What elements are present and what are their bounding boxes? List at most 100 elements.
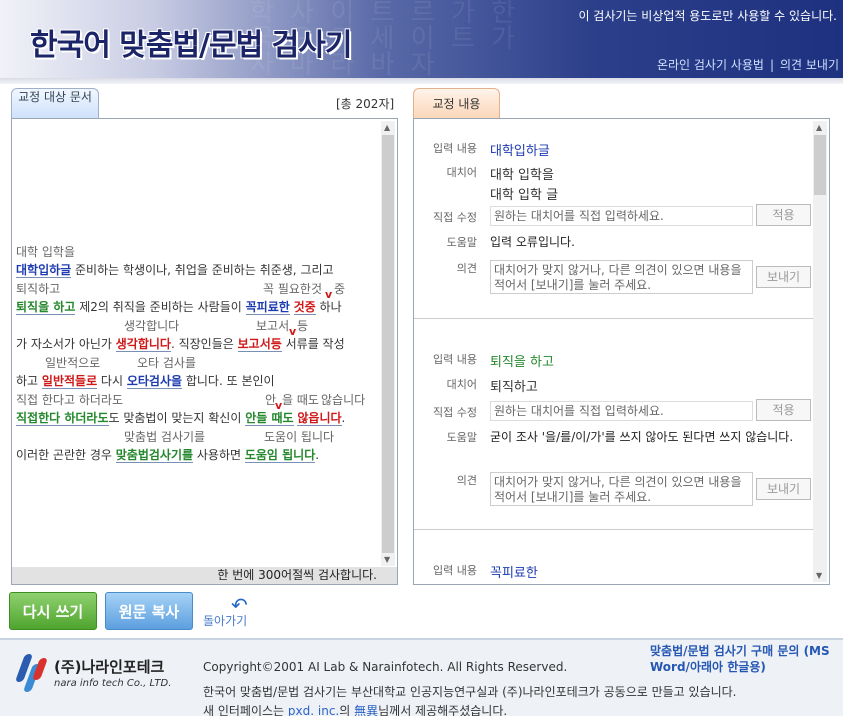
error-word[interactable]: 맞춤법검사기를 — [115, 448, 194, 463]
plain-text: . 직장인들은 — [170, 337, 238, 351]
designer-link[interactable]: 無異 — [354, 704, 378, 716]
send-button[interactable]: 보내기 — [756, 266, 811, 288]
usage-guide-link[interactable]: 온라인 검사기 사용법 — [657, 58, 764, 72]
back-label[interactable]: 돌아가기 — [203, 612, 247, 629]
scroll-up-icon[interactable]: ▲ — [384, 123, 390, 132]
error-word[interactable]: 퇴직을 하고 — [16, 300, 76, 315]
input-label: 입력 내용 — [433, 353, 477, 366]
suggestion-text: 생각합니다 — [124, 319, 180, 333]
direct-edit-input[interactable]: 원하는 대치어를 직접 입력하세요. — [490, 401, 753, 421]
error-word[interactable]: 오타검사을 — [126, 374, 183, 389]
nara-logo-icon: (주)나라인포테크 nara info tech Co., LTD. — [14, 652, 186, 702]
logo-english: nara info tech Co., LTD. — [54, 678, 172, 689]
document-line: 직접 한다고 하더라도 안 을 때도 않습니다 v 직접한다 하더라도도 맞춤법이 맞는지… — [16, 391, 381, 428]
input-value: 꼭피료한 — [490, 566, 538, 581]
error-word[interactable]: 직접한다 하더라도 — [16, 411, 109, 426]
replace-label: 대치어 — [446, 378, 477, 391]
credit-text: 한국어 맞춤법/문법 검사기는 부산대학교 인공지능연구실과 (주)나라인포테크… — [203, 685, 737, 699]
feedback-link[interactable]: 의견 보내기 — [780, 58, 839, 72]
purchase-inquiry-link[interactable]: 맞춤법/문법 검사기 구매 문의 (MS Word/아래아 한글용) — [650, 643, 830, 675]
plain-text: 가 자소서가 아닌가 — [16, 337, 116, 351]
scroll-up-icon[interactable]: ▲ — [816, 123, 822, 132]
error-word[interactable]: 보고서등 — [237, 337, 282, 352]
credit-post: 님께서 제공해주셨습니다. — [378, 704, 508, 716]
interface-credit: 새 인터페이스는 pxd. inc.의 無異님께서 제공해주셨습니다. — [203, 702, 507, 716]
help-label: 도움말 — [446, 431, 477, 444]
help-text: 굳이 조사 '을/를/이/가'를 쓰지 않아도 된다면 쓰지 않습니다. — [490, 430, 794, 444]
tab-correction[interactable]: 교정 내용 — [413, 88, 500, 118]
scroll-down-icon[interactable]: ▼ — [384, 555, 390, 564]
suggestion-text: 보고서 — [256, 319, 290, 333]
direct-edit-label: 직접 수정 — [433, 211, 477, 224]
send-button[interactable]: 보내기 — [756, 478, 811, 500]
plain-text: 도 맞춤법이 맞는지 확신이 — [108, 411, 246, 425]
replace-label: 대치어 — [446, 166, 477, 179]
suggestion-text: 일반적으로 — [45, 356, 101, 370]
card-divider — [414, 529, 814, 530]
opinion-label: 의견 — [456, 474, 477, 487]
replacement-option[interactable]: 대학 입학 글 — [490, 184, 558, 203]
plain-text: 합니다. 또 본인이 — [182, 374, 275, 388]
pxd-link[interactable]: pxd. inc. — [288, 704, 339, 716]
line-text: 대학입하글 준비하는 학생이나, 취업을 준비하는 취준생, 그리고 — [16, 261, 334, 278]
opinion-label: 의견 — [456, 262, 477, 275]
suggestion-text: 도움이 됩니다 — [264, 430, 335, 444]
link-separator: | — [769, 58, 774, 72]
rewrite-button[interactable]: 다시 쓰기 — [9, 592, 97, 630]
direct-edit-input[interactable]: 원하는 대치어를 직접 입력하세요. — [490, 206, 753, 226]
plain-text: 준비하는 학생이나, 취업을 준비하는 취준생, 그리고 — [71, 263, 334, 277]
apply-button[interactable]: 적용 — [756, 204, 811, 226]
word-limit-note: 한 번에 300어절씩 검사합니다. — [12, 567, 397, 584]
document-line: 맞춤법 검사기를 도움이 됩니다 이러한 곤란한 경우 맞춤법검사기를 사용하면 도… — [16, 428, 381, 465]
logo-mark — [14, 654, 49, 694]
tab-target-document[interactable]: 교정 대상 문서 — [11, 88, 99, 118]
header-links: 온라인 검사기 사용법 | 의견 보내기 — [657, 56, 839, 73]
suggestion-text: 않습니다 — [321, 393, 366, 407]
back-button[interactable]: ↶ 돌아가기 — [203, 593, 263, 633]
replacement-option[interactable]: 퇴직하고 — [490, 376, 538, 395]
document-line: 일반적으로 오타 검사를하고 일반적들로 다시 오타검사을 합니다. 또 본인이 — [16, 354, 381, 391]
error-word[interactable]: 않읍니다 — [297, 411, 342, 426]
replacement-option[interactable]: 대학 입학을 — [490, 164, 554, 183]
header-divider — [0, 78, 843, 84]
suggestion-text: 퇴직하고 — [16, 282, 61, 296]
logo-korean: (주)나라인포테크 — [54, 658, 165, 676]
help-text: 입력 오류입니다. — [490, 235, 575, 249]
input-label: 입력 내용 — [433, 142, 477, 155]
suggestion-text: 오타 검사를 — [137, 356, 197, 370]
right-scrollbar[interactable]: ▲ ▼ — [813, 121, 827, 582]
line-text: 직접한다 하더라도도 맞춤법이 맞는지 확신이 안들 때도 않읍니다. — [16, 409, 345, 426]
opinion-textarea[interactable]: 대치어가 맞지 않거나, 다른 의견이 있으면 내용을 적어서 [보내기]를 눌… — [490, 472, 753, 506]
scroll-thumb[interactable] — [382, 135, 394, 553]
line-text: 하고 일반적들로 다시 오타검사을 합니다. 또 본인이 — [16, 372, 275, 389]
scroll-thumb[interactable] — [814, 135, 826, 195]
document-line: 대학 입학을대학입하글 준비하는 학생이나, 취업을 준비하는 취준생, 그리고 — [16, 243, 381, 280]
plain-text: 하고 — [16, 374, 42, 388]
page-title: 한국어 맞춤법/문법 검사기 — [30, 28, 352, 63]
scroll-down-icon[interactable]: ▼ — [816, 571, 822, 580]
input-value: 대학입하글 — [490, 144, 550, 159]
error-word[interactable]: 안들 때도 — [245, 411, 294, 426]
error-word[interactable]: 생각합니다 — [115, 337, 171, 352]
credit-mid: 의 — [339, 704, 355, 716]
plain-text: 사용하면 — [193, 448, 245, 462]
error-word[interactable]: 도움임 됩니다 — [244, 448, 316, 463]
left-scrollbar[interactable]: ▲ ▼ — [381, 121, 395, 566]
copy-original-button[interactable]: 원문 복사 — [105, 592, 193, 630]
correction-panel[interactable]: 입력 내용 대학입하글 대치어 대학 입학을 대학 입학 글 직접 수정 원하는 대… — [413, 118, 830, 585]
line-text: 퇴직을 하고 제2의 취직을 준비하는 사람들이 꼭피료한 것중 하나 — [16, 298, 342, 315]
suggestion-text: 대학 입학을 — [16, 245, 76, 259]
plain-text: 제2의 취직을 준비하는 사람들이 — [75, 300, 246, 314]
document-text: 대학 입학을대학입하글 준비하는 학생이나, 취업을 준비하는 취준생, 그리고… — [16, 243, 381, 465]
source-document-panel[interactable]: 대학 입학을대학입하글 준비하는 학생이나, 취업을 준비하는 취준생, 그리고… — [11, 118, 398, 585]
header-banner: 학 사 이 트 르 가 한 국 요 기 세 이 트 가 사 마 라 바 자 한국… — [0, 0, 843, 78]
document-line: 생각합니다 보고서 등 v 가 자소서가 아닌가 생각합니다. 직장인들은 보고서등 서… — [16, 317, 381, 354]
apply-button[interactable]: 적용 — [756, 399, 811, 421]
error-word[interactable]: 꼭피료한 — [245, 300, 290, 315]
error-word[interactable]: 것중 — [293, 300, 316, 315]
card-divider — [414, 318, 814, 319]
input-value: 퇴직을 하고 — [490, 355, 554, 370]
error-word[interactable]: 일반적들로 — [41, 374, 98, 389]
error-word[interactable]: 대학입하글 — [16, 263, 72, 278]
opinion-textarea[interactable]: 대치어가 맞지 않거나, 다른 의견이 있으면 내용을 적어서 [보내기]를 눌… — [490, 260, 753, 294]
